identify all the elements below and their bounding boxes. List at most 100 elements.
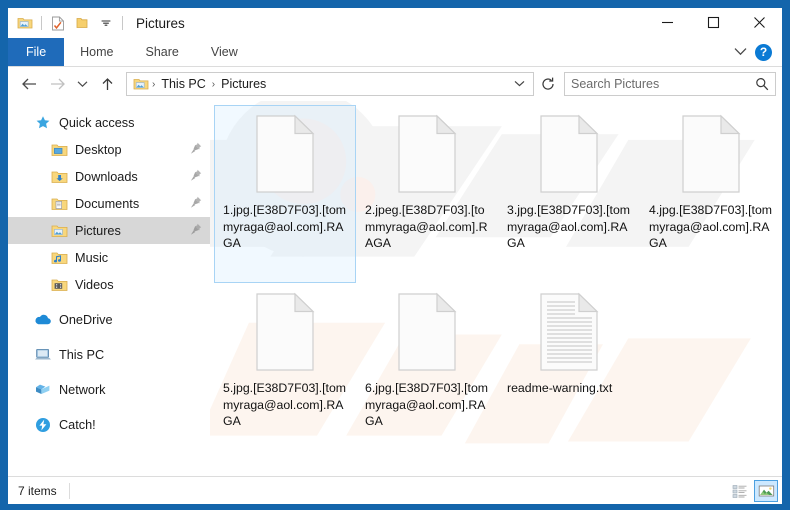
item-count-label: 7 items xyxy=(18,482,70,499)
new-folder-icon[interactable] xyxy=(71,12,93,34)
details-view-button[interactable] xyxy=(728,480,752,502)
window-controls xyxy=(644,8,782,37)
file-item[interactable]: 5.jpg.[E38D7F03].[tommyraga@aol.com].RAG… xyxy=(214,283,356,461)
file-item[interactable]: 1.jpg.[E38D7F03].[tommyraga@aol.com].RAG… xyxy=(214,105,356,283)
tab-view[interactable]: View xyxy=(195,38,254,66)
sidebar-item-this-pc[interactable]: This PC xyxy=(8,341,210,368)
window-title: Pictures xyxy=(136,15,185,31)
sidebar-item-network[interactable]: Network xyxy=(8,376,210,403)
sidebar-label-music: Music xyxy=(75,250,109,265)
large-icons-view-button[interactable] xyxy=(754,479,778,502)
file-item[interactable]: 6.jpg.[E38D7F03].[tommyraga@aol.com].RAG… xyxy=(356,283,498,461)
status-bar: 7 items xyxy=(8,476,782,504)
sidebar-label-catch: Catch! xyxy=(59,417,96,432)
blank-file-icon xyxy=(682,114,741,193)
sidebar-item-downloads[interactable]: Downloads xyxy=(8,163,210,190)
toolbar-divider-2 xyxy=(122,16,123,30)
search-box[interactable] xyxy=(564,72,776,96)
view-toggle-group xyxy=(728,479,778,502)
ribbon-right-controls: ? xyxy=(734,38,778,66)
search-icon[interactable] xyxy=(755,77,769,91)
breadcrumb-separator-1[interactable]: › xyxy=(211,79,216,90)
explorer-body: Quick access Desktop Downloads Documents… xyxy=(8,101,782,476)
search-input[interactable] xyxy=(571,77,755,91)
pin-icon[interactable] xyxy=(190,142,202,158)
sidebar-label-network: Network xyxy=(59,382,106,397)
folder-desktop-icon xyxy=(50,142,68,158)
breadcrumb-folder-icon xyxy=(133,77,149,91)
sidebar-label-videos: Videos xyxy=(75,277,114,292)
file-name: 3.jpg.[E38D7F03].[tommyraga@aol.com].RAG… xyxy=(507,203,631,250)
sidebar-label-desktop: Desktop xyxy=(75,142,122,157)
sidebar-item-documents[interactable]: Documents xyxy=(8,190,210,217)
maximize-button[interactable] xyxy=(690,8,736,37)
file-item[interactable]: 3.jpg.[E38D7F03].[tommyraga@aol.com].RAG… xyxy=(498,105,640,283)
tab-home[interactable]: Home xyxy=(64,38,129,66)
blank-file-icon xyxy=(398,292,457,371)
folder-videos-icon xyxy=(50,277,68,293)
close-button[interactable] xyxy=(736,8,782,37)
file-name: 2.jpeg.[E38D7F03].[tommyraga@aol.com].RA… xyxy=(365,203,488,250)
sidebar-item-pictures[interactable]: Pictures xyxy=(8,217,210,244)
properties-icon[interactable] xyxy=(47,12,69,34)
blank-file-icon xyxy=(256,292,315,371)
pin-icon[interactable] xyxy=(190,196,202,212)
pictures-folder-icon[interactable] xyxy=(14,12,36,34)
tab-share[interactable]: Share xyxy=(130,38,195,66)
toolbar-divider xyxy=(41,16,42,30)
blank-file-icon xyxy=(540,114,599,193)
breadcrumb[interactable]: › This PC › Pictures xyxy=(126,72,534,96)
sidebar-item-desktop[interactable]: Desktop xyxy=(8,136,210,163)
onedrive-cloud-icon xyxy=(34,312,52,328)
pin-icon[interactable] xyxy=(190,169,202,185)
breadcrumb-dropdown-icon[interactable] xyxy=(508,79,531,90)
tab-file[interactable]: File xyxy=(8,38,65,66)
folder-downloads-icon xyxy=(50,169,68,185)
sidebar-item-catch[interactable]: Catch! xyxy=(8,411,210,438)
minimize-button[interactable] xyxy=(644,8,690,37)
file-name: 5.jpg.[E38D7F03].[tommyraga@aol.com].RAG… xyxy=(223,381,347,428)
text-file-icon xyxy=(540,292,599,371)
sidebar-label-onedrive: OneDrive xyxy=(59,312,113,327)
sidebar-item-quick-access[interactable]: Quick access xyxy=(8,109,210,136)
help-icon[interactable]: ? xyxy=(755,43,772,61)
sidebar-label-pictures: Pictures xyxy=(75,223,121,238)
sidebar-label-this-pc: This PC xyxy=(59,347,105,362)
breadcrumb-segment-this-pc[interactable]: This PC xyxy=(158,77,208,91)
sidebar-item-music[interactable]: Music xyxy=(8,244,210,271)
back-button[interactable] xyxy=(16,71,42,97)
file-item[interactable]: 4.jpg.[E38D7F03].[tommyraga@aol.com].RAG… xyxy=(640,105,782,283)
sidebar-label-quick-access: Quick access xyxy=(59,115,135,130)
ribbon-tab-bar: File Home Share View ? xyxy=(8,38,782,67)
file-name: 6.jpg.[E38D7F03].[tommyraga@aol.com].RAG… xyxy=(365,381,489,428)
network-icon xyxy=(34,382,52,398)
refresh-button[interactable] xyxy=(536,72,560,96)
customize-chevron-icon[interactable] xyxy=(95,12,117,34)
blank-file-icon xyxy=(398,114,457,193)
forward-button[interactable] xyxy=(44,71,70,97)
file-name: 1.jpg.[E38D7F03].[tommyraga@aol.com].RAG… xyxy=(223,203,347,250)
file-list-pane[interactable]: 1.jpg.[E38D7F03].[tommyraga@aol.com].RAG… xyxy=(210,101,782,476)
pin-icon[interactable] xyxy=(190,223,202,239)
recent-locations-button[interactable] xyxy=(72,71,92,97)
folder-pictures-icon xyxy=(50,223,68,239)
breadcrumb-segment-pictures[interactable]: Pictures xyxy=(218,77,269,91)
breadcrumb-separator-0[interactable]: › xyxy=(151,79,156,90)
file-name: 4.jpg.[E38D7F03].[tommyraga@aol.com].RAG… xyxy=(649,203,773,250)
file-item[interactable]: 2.jpeg.[E38D7F03].[tommyraga@aol.com].RA… xyxy=(356,105,498,283)
this-pc-icon xyxy=(34,347,52,363)
file-item[interactable]: readme-warning.txt xyxy=(498,283,640,461)
folder-documents-icon xyxy=(50,196,68,212)
sidebar-label-documents: Documents xyxy=(75,196,140,211)
sidebar-item-videos[interactable]: Videos xyxy=(8,271,210,298)
sidebar-item-onedrive[interactable]: OneDrive xyxy=(8,306,210,333)
expand-ribbon-chevron-icon[interactable] xyxy=(734,43,747,61)
up-button[interactable] xyxy=(94,71,120,97)
file-grid: 1.jpg.[E38D7F03].[tommyraga@aol.com].RAG… xyxy=(210,101,782,461)
title-bar: Pictures xyxy=(8,8,782,38)
folder-music-icon xyxy=(50,250,68,266)
explorer-window: Pictures File Home Share View ? › This P… xyxy=(0,0,790,510)
navigation-pane: Quick access Desktop Downloads Documents… xyxy=(8,101,210,476)
address-bar: › This PC › Pictures xyxy=(8,67,782,101)
sidebar-label-downloads: Downloads xyxy=(75,169,138,184)
